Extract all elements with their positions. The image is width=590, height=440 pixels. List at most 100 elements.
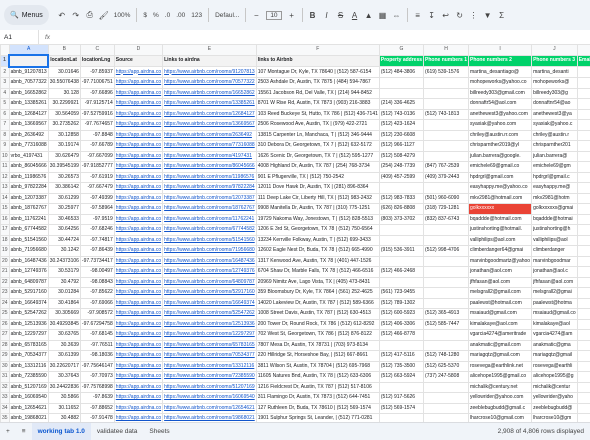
- table-cell[interactable]: anethewest3@ya: [531, 108, 578, 120]
- table-cell[interactable]: abnb_71956680: [8, 245, 49, 257]
- row-header[interactable]: 12: [0, 171, 10, 183]
- table-cell[interactable]: [378, 413, 425, 422]
- table-cell[interactable]: 4008 Highland Dr, Austin, TX 787 | (254)…: [255, 161, 380, 173]
- table-cell[interactable]: melsgrall2@gmai: [531, 287, 578, 299]
- table-cell[interactable]: mariagqtz@gmail.com: [467, 350, 533, 362]
- table-cell[interactable]: abnb_11986576: [8, 171, 49, 183]
- table-cell[interactable]: (512) 663-5924: [378, 371, 425, 383]
- undo-icon[interactable]: ↶: [56, 9, 68, 21]
- table-cell[interactable]: vrbo_4197431: [8, 150, 49, 162]
- table-cell[interactable]: 220 Hillridge St, Horseshoe Bay, | (512)…: [255, 350, 380, 362]
- table-cell[interactable]: 30.24422836: [47, 381, 81, 393]
- table-cell[interactable]: [576, 360, 590, 372]
- table-cell[interactable]: 9908 Manitella Dr, Austin, TX 787 | (310…: [255, 203, 380, 215]
- table-cell[interactable]: https://app.airdna.co: [113, 129, 164, 141]
- table-cell[interactable]: climberdanger: [531, 245, 578, 257]
- table-cell[interactable]: 30.49293845: [47, 318, 81, 330]
- table-cell[interactable]: abnb_12073387: [8, 192, 49, 204]
- row-header[interactable]: 6: [0, 108, 10, 120]
- header-cell[interactable]: Email addresses 1: [576, 54, 590, 67]
- table-cell[interactable]: https://www.airbnb.com/rooms/16069540: [162, 392, 257, 404]
- table-cell[interactable]: hpdrgrl@gmail.com: [467, 171, 533, 183]
- table-cell[interactable]: -97.8848: [79, 129, 115, 141]
- table-cell[interactable]: 2506 Rosewood Ave, Austin, TX | (979) 42…: [255, 119, 380, 131]
- table-cell[interactable]: [423, 339, 469, 351]
- header-cell[interactable]: locationLng: [79, 54, 115, 67]
- table-cell[interactable]: (803) 373-3702: [378, 213, 425, 225]
- table-cell[interactable]: abnb_16649374: [8, 297, 49, 309]
- table-cell[interactable]: [576, 77, 590, 89]
- table-cell[interactable]: -97.91852777: [79, 161, 115, 173]
- table-cell[interactable]: (512) 600-5923: [378, 308, 425, 320]
- table-cell[interactable]: valliphilips@aol: [531, 234, 578, 246]
- row-header[interactable]: 14: [0, 192, 10, 204]
- table-cell[interactable]: -97.7674657: [79, 119, 115, 131]
- row-header[interactable]: 1: [0, 54, 10, 67]
- header-cell[interactable]: Links to airdna: [162, 54, 257, 67]
- column-header[interactable]: J: [531, 44, 578, 56]
- table-cell[interactable]: -97.49399: [79, 192, 115, 204]
- table-cell[interactable]: 15561 Jacobson Rd, Del Valle, TX | (214)…: [255, 87, 380, 99]
- table-cell[interactable]: -97.69066: [79, 297, 115, 309]
- table-cell[interactable]: -97.75646147: [79, 360, 115, 372]
- row-header[interactable]: 35: [0, 413, 10, 422]
- sheet-tab-working[interactable]: working tab 1.0: [31, 423, 91, 440]
- table-cell[interactable]: (512) 508-4279: [378, 150, 425, 162]
- table-cell[interactable]: [576, 287, 590, 299]
- table-cell[interactable]: marvinbgoodmartz@yahoo: [467, 255, 533, 267]
- table-cell[interactable]: 1206 E 3rd St, Georgetown, TX 78 | (512)…: [255, 224, 380, 236]
- table-cell[interactable]: https://app.airdna.co: [113, 119, 164, 131]
- table-cell[interactable]: martina_desanti: [531, 66, 578, 78]
- table-cell[interactable]: 111 Deep Lake Cir, Liberty Hill, TX | (5…: [255, 192, 380, 204]
- table-cell[interactable]: 30.564059: [47, 108, 81, 120]
- table-cell[interactable]: vgarcia4274@ameritrade: [467, 329, 533, 341]
- table-cell[interactable]: (512) 585-7447: [423, 318, 469, 330]
- table-cell[interactable]: https://www.airbnb.com/rooms/16649374: [162, 297, 257, 309]
- table-cell[interactable]: [576, 108, 590, 120]
- row-header[interactable]: 4: [0, 87, 10, 99]
- table-cell[interactable]: https://app.airdna.co: [113, 413, 164, 422]
- table-cell[interactable]: -97.85622: [79, 287, 115, 299]
- table-cell[interactable]: (512) 625-5370: [423, 360, 469, 372]
- table-cell[interactable]: (512) 466-2468: [378, 266, 425, 278]
- table-cell[interactable]: (214) 336-4625: [378, 98, 425, 110]
- table-cell[interactable]: https://app.airdna.co: [113, 171, 164, 183]
- table-cell[interactable]: chrisparnther2019@yl: [467, 140, 533, 152]
- table-cell[interactable]: 8701 W Rise Rd, Austin, TX 7873 | (903) …: [255, 98, 380, 110]
- currency-button[interactable]: $: [143, 12, 147, 19]
- table-cell[interactable]: 901 E Pflugerville, TX | (512) 750-2542: [255, 171, 380, 183]
- table-cell[interactable]: https://app.airdna.co: [113, 276, 164, 288]
- table-cell[interactable]: https://www.airbnb.com/rooms/91207813: [162, 66, 257, 78]
- column-header[interactable]: C: [79, 44, 115, 56]
- table-cell[interactable]: [576, 276, 590, 288]
- table-cell[interactable]: abnb_12513936: [8, 318, 49, 330]
- table-cell[interactable]: [423, 402, 469, 414]
- table-cell[interactable]: https://app.airdna.co: [113, 192, 164, 204]
- table-cell[interactable]: -97.88652: [79, 402, 115, 414]
- table-cell[interactable]: https://app.airdna.co: [113, 182, 164, 194]
- table-cell[interactable]: 3811 Wilson St, Austin, TX 78704 | (512)…: [255, 360, 380, 372]
- table-cell[interactable]: https://www.airbnb.com/rooms/51207169: [162, 381, 257, 393]
- table-cell[interactable]: https://www.airbnb.com/rooms/18762767: [162, 203, 257, 215]
- fill-color-icon[interactable]: ▲: [363, 9, 375, 21]
- more-icon[interactable]: ⋮: [468, 9, 480, 21]
- table-cell[interactable]: abnb_19868021: [8, 413, 49, 422]
- table-cell[interactable]: (619) 539-1576: [423, 66, 469, 78]
- table-cell[interactable]: julian.barrera@google.: [467, 150, 533, 162]
- table-cell[interactable]: https://app.airdna.co: [113, 308, 164, 320]
- table-cell[interactable]: https://app.airdna.co: [113, 213, 164, 225]
- table-cell[interactable]: https://app.airdna.co: [113, 255, 164, 267]
- row-header[interactable]: 20: [0, 255, 10, 267]
- table-cell[interactable]: jfhfasan@aol.com: [467, 276, 533, 288]
- table-cell[interactable]: mariagqtz@gmail: [531, 350, 578, 362]
- table-cell[interactable]: anakmatic@gmail.com: [467, 339, 533, 351]
- table-cell[interactable]: https://www.airbnb.com/rooms/13312116: [162, 360, 257, 372]
- spreadsheet-grid[interactable]: ABCDEFGHIJKL1 locationLatlocationLngSourc…: [0, 44, 590, 422]
- minus-icon[interactable]: −: [250, 9, 262, 21]
- table-cell[interactable]: 13815 Carpenter Ln, Manchaca, T | (512) …: [255, 129, 380, 141]
- table-cell[interactable]: (512) 789-1302: [378, 297, 425, 309]
- table-cell[interactable]: https://app.airdna.co: [113, 350, 164, 362]
- table-cell[interactable]: 30.22620717: [47, 360, 81, 372]
- table-cell[interactable]: [576, 339, 590, 351]
- table-cell[interactable]: justinshorting@h: [531, 224, 578, 236]
